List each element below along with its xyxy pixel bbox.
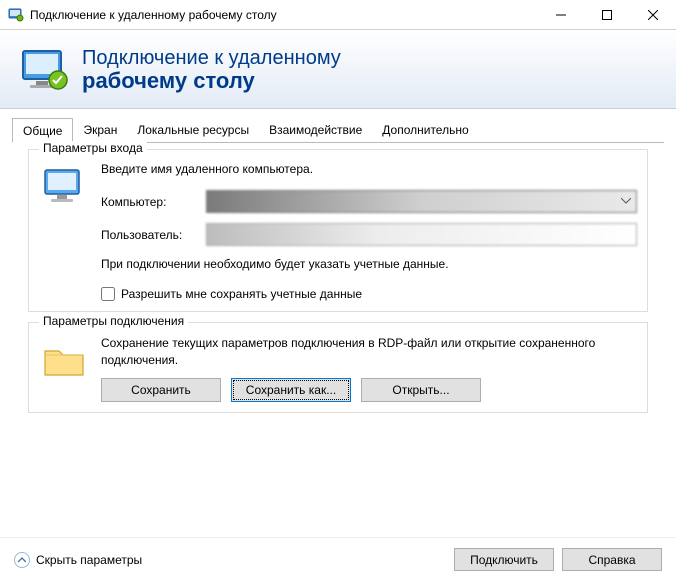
rdp-monitor-icon: [20, 46, 68, 94]
tab-general[interactable]: Общие: [12, 118, 73, 143]
minimize-button[interactable]: [538, 0, 584, 30]
window-title: Подключение к удаленному рабочему столу: [30, 8, 538, 22]
tabs: Общие Экран Локальные ресурсы Взаимодейс…: [12, 117, 664, 143]
tab-experience[interactable]: Взаимодействие: [259, 118, 372, 143]
header-title-line1: Подключение к удаленному: [82, 47, 341, 69]
header-banner: Подключение к удаленному рабочему столу: [0, 30, 676, 109]
login-settings-group: Параметры входа Введите имя удаленного к…: [28, 149, 648, 312]
maximize-button[interactable]: [584, 0, 630, 30]
help-button[interactable]: Справка: [562, 548, 662, 571]
footer: Скрыть параметры Подключить Справка: [0, 537, 676, 583]
tab-advanced[interactable]: Дополнительно: [372, 118, 478, 143]
hide-options-label: Скрыть параметры: [36, 553, 142, 567]
connection-description: Сохранение текущих параметров подключени…: [101, 335, 637, 369]
chevron-up-icon: [14, 552, 30, 568]
save-credentials-label: Разрешить мне сохранять учетные данные: [121, 287, 362, 301]
connect-button[interactable]: Подключить: [454, 548, 554, 571]
tab-display[interactable]: Экран: [73, 118, 127, 143]
login-instruction: Введите имя удаленного компьютера.: [101, 162, 637, 176]
login-legend: Параметры входа: [39, 141, 147, 155]
close-button[interactable]: [630, 0, 676, 30]
computer-combo[interactable]: [206, 190, 637, 213]
user-label: Пользователь:: [101, 228, 206, 242]
credentials-note: При подключении необходимо будет указать…: [101, 256, 637, 273]
tab-local-resources[interactable]: Локальные ресурсы: [127, 118, 259, 143]
computer-icon: [41, 164, 89, 212]
header-title-line2: рабочему столу: [82, 69, 341, 93]
save-as-button[interactable]: Сохранить как...: [231, 378, 351, 402]
titlebar: Подключение к удаленному рабочему столу: [0, 0, 676, 30]
connection-legend: Параметры подключения: [39, 314, 188, 328]
computer-label: Компьютер:: [101, 195, 206, 209]
open-button[interactable]: Открыть...: [361, 378, 481, 402]
user-input[interactable]: [206, 223, 637, 246]
save-button[interactable]: Сохранить: [101, 378, 221, 402]
save-credentials-input[interactable]: [101, 287, 115, 301]
hide-options-toggle[interactable]: Скрыть параметры: [14, 552, 142, 568]
connection-settings-group: Параметры подключения Сохранение текущих…: [28, 322, 648, 414]
computer-input[interactable]: [206, 190, 637, 213]
folder-icon: [41, 337, 89, 385]
save-credentials-checkbox[interactable]: Разрешить мне сохранять учетные данные: [101, 287, 637, 301]
app-icon: [8, 7, 24, 23]
